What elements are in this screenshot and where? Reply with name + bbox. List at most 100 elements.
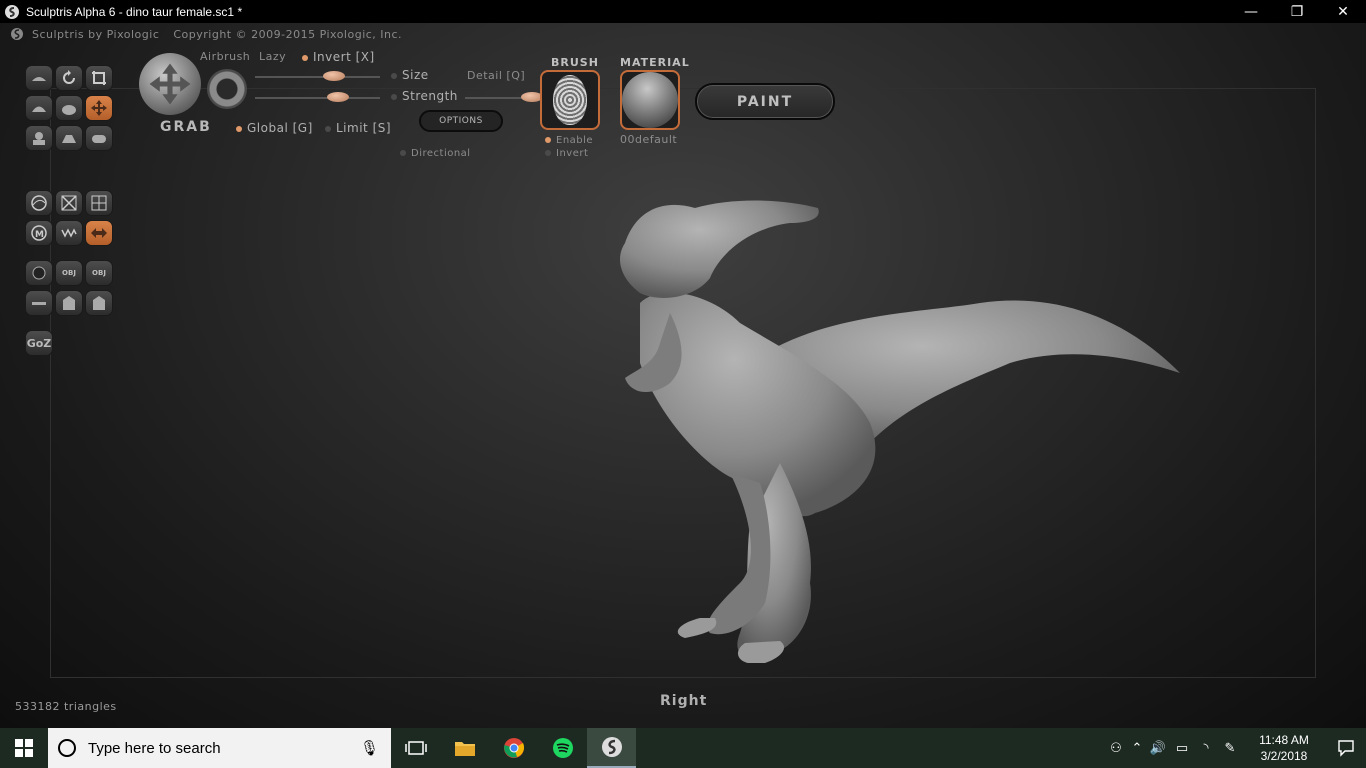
pinch-tool-button[interactable] (25, 125, 53, 151)
reduce-tool-button[interactable] (55, 220, 83, 246)
task-view-button[interactable] (391, 728, 440, 768)
global-toggle[interactable]: Global [G] (236, 121, 313, 135)
sculpt-viewport[interactable]: Sculptris by Pixologic Copyright © 2009-… (0, 23, 1366, 728)
symmetry-mirror-button[interactable] (85, 220, 113, 246)
inflate-tool-button[interactable] (25, 95, 53, 121)
strength-slider-knob[interactable] (326, 92, 349, 102)
people-icon[interactable]: ⚇ (1104, 728, 1128, 768)
size-slider-knob[interactable] (322, 71, 345, 81)
save-icon (93, 296, 105, 310)
open-file-button[interactable] (55, 290, 83, 316)
smooth-icon (62, 105, 76, 115)
goz-button[interactable]: GoZ (25, 330, 53, 356)
reduce-icon (61, 228, 77, 238)
directional-label: Directional (411, 148, 471, 159)
paint-mode-button[interactable]: PAINT (695, 83, 835, 120)
svg-text:M: M (35, 230, 44, 240)
pen-workspace-icon[interactable]: ✎ (1218, 728, 1242, 768)
file-explorer-button[interactable] (440, 728, 489, 768)
directional-toggle[interactable]: Directional (400, 148, 471, 159)
lazy-label: Lazy (259, 50, 287, 63)
material-title: MATERIAL (620, 56, 690, 69)
view-orientation-label: Right (660, 693, 708, 709)
smooth-tool-button[interactable] (55, 95, 83, 121)
battery-icon[interactable]: ▭ (1170, 728, 1194, 768)
grab-tool-button[interactable] (85, 95, 113, 121)
brush-enable-dot (545, 137, 551, 143)
mask-tool-button[interactable]: M (25, 220, 53, 246)
clock-time: 11:48 AM (1259, 733, 1309, 747)
brush-alpha-selector[interactable] (540, 70, 600, 130)
options-button[interactable]: OPTIONS (419, 110, 503, 132)
new-sphere-button[interactable] (25, 260, 53, 286)
action-center-button[interactable] (1326, 728, 1366, 768)
invert-toggle[interactable]: Invert [X] (302, 50, 375, 64)
strength-toggle[interactable]: Strength (391, 89, 458, 103)
open-icon (63, 296, 75, 310)
sculpt-model[interactable] (600, 163, 1200, 663)
grid-icon (91, 195, 107, 211)
sculptris-taskbar-button[interactable] (587, 728, 636, 768)
brush-enable-toggle[interactable]: Enable (545, 135, 593, 146)
minimize-button[interactable]: — (1228, 0, 1274, 23)
limit-label: Limit [S] (336, 121, 392, 135)
import-obj-button[interactable]: OBJ (55, 260, 83, 286)
cortana-icon (58, 739, 76, 757)
wifi-icon[interactable]: ◝ (1194, 728, 1218, 768)
strength-label: Strength (402, 89, 458, 103)
rotate-tool-button[interactable] (55, 65, 83, 91)
start-button[interactable] (0, 728, 48, 768)
flatten-tool-button[interactable] (55, 125, 83, 151)
invert-label: Invert [X] (313, 50, 375, 64)
save-file-button[interactable] (85, 290, 113, 316)
grid-toggle-button[interactable] (85, 190, 113, 216)
taskbar-search[interactable]: Type here to search 🎙 (48, 728, 391, 768)
symmetry-toggle-button[interactable] (55, 190, 83, 216)
export-obj-button[interactable]: OBJ (85, 260, 113, 286)
chrome-button[interactable] (489, 728, 538, 768)
taskbar-clock[interactable]: 11:48 AM 3/2/2018 (1248, 732, 1320, 764)
show-hidden-icons-chevron-icon[interactable]: ⌃ (1128, 728, 1146, 768)
volume-icon[interactable]: 🔊 (1146, 728, 1170, 768)
material-preview (622, 72, 678, 128)
windows-taskbar: Type here to search 🎙 ⚇ ⌃ 🔊 ▭ ◝ ✎ 11:48 … (0, 728, 1366, 768)
wireframe-icon (31, 195, 47, 211)
directional-dot (400, 150, 406, 156)
triangle-count: 533182 triangles (15, 700, 117, 713)
mask-icon: M (31, 225, 47, 241)
detail-label: Detail [Q] (467, 69, 526, 82)
draw-tool-button[interactable] (25, 65, 53, 91)
close-button[interactable]: ✕ (1320, 0, 1366, 23)
airbrush-toggle[interactable] (207, 69, 247, 109)
microphone-icon[interactable]: 🎙 (360, 739, 379, 757)
folder-icon (454, 742, 475, 756)
window-title: Sculptris Alpha 6 - dino taur female.sc1… (26, 4, 243, 19)
limit-toggle[interactable]: Limit [S] (325, 121, 391, 135)
maximize-button[interactable]: ❐ (1274, 0, 1320, 23)
strength-slider-track[interactable] (255, 97, 380, 99)
notification-icon (1338, 740, 1354, 757)
spotify-button[interactable] (538, 728, 587, 768)
import-obj-label: OBJ (62, 269, 76, 277)
export-obj-label: OBJ (92, 269, 106, 277)
size-toggle[interactable]: Size (391, 68, 429, 82)
crease-tool-button[interactable] (85, 125, 113, 151)
size-dot (391, 72, 397, 79)
brush-invert-toggle[interactable]: Invert (545, 148, 588, 159)
scale-tool-button[interactable] (85, 65, 113, 91)
global-label: Global [G] (247, 121, 313, 135)
brush-alpha-preview (553, 75, 587, 125)
copyright-bar: Sculptris by Pixologic Copyright © 2009-… (10, 27, 402, 41)
rotate-icon (63, 70, 75, 84)
wireframe-toggle-button[interactable] (25, 190, 53, 216)
global-dot (236, 125, 242, 132)
symmetry-icon (61, 195, 77, 211)
size-slider-track[interactable] (255, 76, 380, 78)
spotify-icon (552, 738, 573, 758)
limit-dot (325, 125, 331, 132)
chrome-icon (503, 738, 524, 758)
material-selector[interactable] (620, 70, 680, 130)
system-tray: ⚇ ⌃ 🔊 ▭ ◝ ✎ 11:48 AM 3/2/2018 (1104, 728, 1366, 768)
new-plane-button[interactable] (25, 290, 53, 316)
task-view-icon (404, 741, 427, 755)
